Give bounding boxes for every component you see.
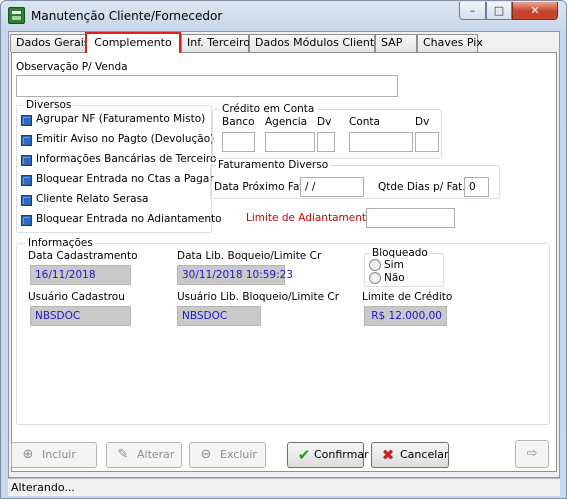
close-button[interactable]: ✕: [512, 2, 558, 20]
edit-icon: ✎: [117, 447, 129, 462]
application-window: Manutenção Cliente/Fornecedor – □ ✕ Dado…: [0, 0, 567, 499]
checkbox-relato-serasa[interactable]: [21, 195, 32, 206]
radio-sim-label: Sim: [384, 259, 404, 271]
usuario-cadastrou-label: Usuário Cadastrou: [28, 291, 125, 303]
checkbox-info-bancarias[interactable]: [21, 155, 32, 166]
usuario-lib-label: Usuário Lib. Bloqueio/Limite Cr: [177, 291, 340, 303]
maximize-button[interactable]: □: [486, 2, 512, 20]
data-lib-label: Data Lib. Boqueio/Limite Cr: [177, 250, 322, 262]
tab-page-complemento: Observação P/ Venda Diversos Agrupar NF …: [11, 52, 557, 472]
conta-input[interactable]: [349, 132, 413, 152]
agencia-label: Agencia: [265, 116, 308, 128]
window-title: Manutenção Cliente/Fornecedor: [31, 9, 223, 23]
radio-sim[interactable]: [369, 259, 381, 271]
tab-sap[interactable]: SAP: [375, 34, 417, 52]
informacoes-title: Informações: [26, 237, 95, 249]
status-bar: Alterando...: [8, 478, 560, 496]
cancel-icon: ✖: [381, 446, 395, 464]
observacao-label: Observação P/ Venda: [16, 61, 128, 73]
check-icon: ✔: [297, 446, 311, 464]
radio-nao-label: Não: [384, 272, 405, 284]
cancelar-button[interactable]: ✖ Cancelar: [371, 442, 449, 468]
label-bloquear-adiantamento: Bloquear Entrada no Adiantamento: [36, 213, 222, 225]
incluir-button[interactable]: ⊕ Incluir: [11, 442, 97, 468]
qtde-dias-input[interactable]: 0: [464, 177, 489, 197]
banco-input[interactable]: [222, 132, 255, 152]
alterar-button[interactable]: ✎ Alterar: [106, 442, 182, 468]
qtde-dias-label: Qtde Dias p/ Fat.: [378, 181, 466, 193]
data-lib-field: 30/11/2018 10:59:23: [177, 265, 293, 285]
app-icon: [8, 7, 25, 24]
credito-title: Crédito em Conta: [220, 103, 317, 115]
client-area: Dados Gerais Complemento Inf. Terceiro D…: [8, 31, 560, 478]
exit-button[interactable]: ⇨: [515, 440, 549, 468]
bloqueado-title: Bloqueado: [370, 247, 430, 259]
exit-door-icon: ⇨: [526, 446, 538, 461]
dv2-input[interactable]: [415, 132, 439, 152]
dv2-label: Dv: [415, 116, 430, 128]
excluir-button[interactable]: ⊖ Excluir: [189, 442, 266, 468]
checkbox-agrupar-nf[interactable]: [21, 115, 32, 126]
tab-inf-terceiro[interactable]: Inf. Terceiro: [181, 34, 250, 52]
agencia-input[interactable]: [265, 132, 315, 152]
checkbox-bloquear-adiantamento[interactable]: [21, 215, 32, 226]
data-cadastramento-label: Data Cadastramento: [28, 250, 138, 262]
limite-credito-label: Limite de Crédito: [362, 291, 453, 303]
dv-label: Dv: [317, 116, 332, 128]
tab-chaves-pix[interactable]: Chaves Pix: [417, 34, 483, 52]
label-relato-serasa: Cliente Relato Serasa: [36, 193, 149, 205]
data-proximo-fat-input[interactable]: / /: [300, 177, 364, 197]
title-bar[interactable]: Manutenção Cliente/Fornecedor – □ ✕: [1, 1, 566, 31]
dv-input[interactable]: [317, 132, 335, 152]
minimize-button[interactable]: –: [459, 2, 486, 20]
usuario-lib-field: NBSDOC: [177, 306, 261, 326]
add-icon: ⊕: [22, 447, 34, 462]
label-agrupar-nf: Agrupar NF (Faturamento Misto): [36, 113, 206, 125]
confirmar-button[interactable]: ✔ Confirmar: [287, 442, 369, 468]
conta-label: Conta: [349, 116, 380, 128]
data-proximo-fat-label: Data Próximo Fat.: [214, 181, 307, 193]
label-emitir-aviso: Emitir Aviso no Pagto (Devolução): [36, 133, 215, 145]
status-text: Alterando...: [11, 481, 75, 494]
diversos-title: Diversos: [24, 99, 74, 111]
limite-adiantamento-label: Limite de Adiantamento: [246, 212, 373, 224]
usuario-cadastrou-field: NBSDOC: [30, 306, 131, 326]
faturamento-title: Faturamento Diverso: [216, 159, 331, 171]
banco-label: Banco: [222, 116, 255, 128]
checkbox-emitir-aviso[interactable]: [21, 135, 32, 146]
data-cadastramento-field: 16/11/2018: [30, 265, 131, 285]
tab-dados-gerais[interactable]: Dados Gerais: [10, 34, 90, 52]
tab-dados-modulos-clientes[interactable]: Dados Módulos Clientes: [249, 34, 387, 52]
observacao-input[interactable]: [16, 75, 398, 97]
label-bloquear-ctas-pagar: Bloquear Entrada no Ctas a Pagar: [36, 173, 214, 185]
radio-nao[interactable]: [369, 272, 381, 284]
tab-complemento[interactable]: Complemento: [85, 32, 181, 53]
delete-icon: ⊖: [200, 447, 212, 462]
limite-adiantamento-input[interactable]: [366, 208, 455, 228]
label-info-bancarias: Informações Bancárias de Terceiro: [36, 153, 217, 165]
limite-credito-field: R$ 12.000,00: [364, 306, 447, 326]
checkbox-bloquear-ctas-pagar[interactable]: [21, 175, 32, 186]
